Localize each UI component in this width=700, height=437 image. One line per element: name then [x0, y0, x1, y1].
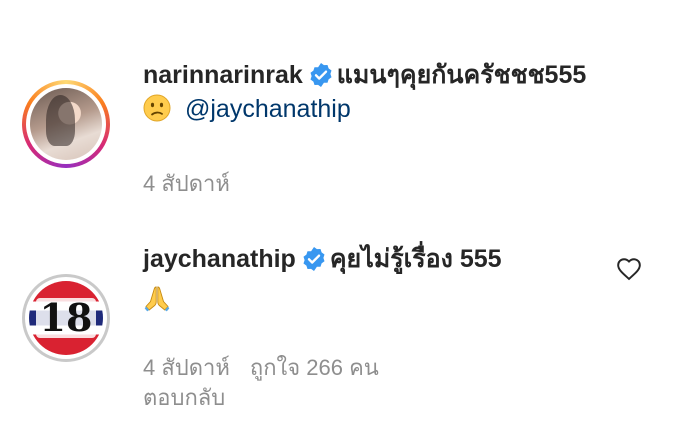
- comment-text: คุยไม่รู้เรื่อง 555: [329, 245, 502, 273]
- comment-item: narinnarinrak แมนๆคุยกันครัชชช555 @jaycha…: [0, 48, 700, 208]
- comment-item: 18 jaychanathip คุยไม่รู้เรื่อง 555 4 สัป…: [0, 232, 700, 432]
- likes-count-button[interactable]: ถูกใจ 266 คน: [250, 355, 379, 380]
- comment-text-line: @jaychanathip: [143, 94, 351, 124]
- avatar-image: [30, 88, 102, 160]
- comment-text: แมนๆคุยกันครัชชช555: [336, 61, 587, 89]
- mention-link[interactable]: @jaychanathip: [185, 95, 351, 123]
- heart-icon[interactable]: [616, 256, 642, 282]
- jersey-number: 18: [35, 298, 97, 338]
- confused-face-icon: [143, 94, 171, 122]
- verified-badge-icon: [303, 247, 325, 271]
- reply-button[interactable]: ตอบกลับ: [143, 380, 225, 415]
- comment-time: 4 สัปดาห์: [143, 355, 230, 380]
- avatar[interactable]: 18: [22, 274, 110, 362]
- comment-header: jaychanathip คุยไม่รู้เรื่อง 555: [143, 244, 502, 274]
- avatar-image: 18: [29, 281, 103, 355]
- comment-text-line: [143, 284, 185, 314]
- verified-badge-icon: [310, 63, 332, 87]
- folded-hands-icon: [144, 286, 170, 312]
- username-link[interactable]: narinnarinrak: [143, 61, 303, 89]
- avatar[interactable]: [22, 80, 110, 168]
- comment-meta: 4 สัปดาห์: [143, 166, 250, 201]
- comment-header: narinnarinrak แมนๆคุยกันครัชชช555: [143, 60, 586, 90]
- username-link[interactable]: jaychanathip: [143, 245, 296, 273]
- comment-time: 4 สัปดาห์: [143, 171, 230, 196]
